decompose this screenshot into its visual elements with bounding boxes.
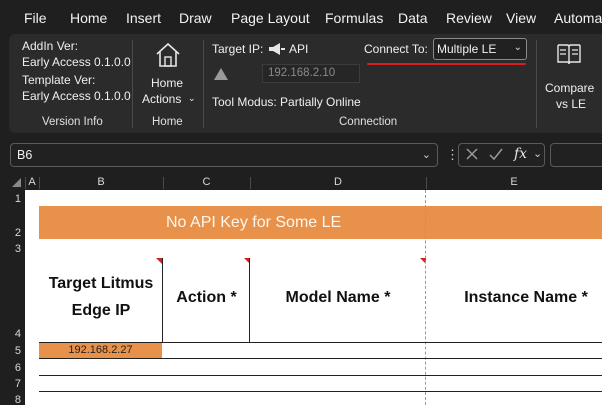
tab-automate[interactable]: Automat	[554, 10, 602, 26]
name-box-value: B6	[17, 148, 33, 162]
row-border	[39, 375, 602, 376]
chevron-down-icon: ⌄	[421, 149, 431, 161]
tab-draw[interactable]: Draw	[179, 10, 212, 26]
tab-file[interactable]: File	[24, 10, 47, 26]
addin-version-value: Early Access 0.1.0.0	[22, 55, 131, 69]
connect-to-label: Connect To:	[364, 42, 428, 56]
connection-group-title: Connection	[339, 116, 398, 128]
header-instance-label: Instance Name *	[464, 289, 588, 306]
header-model-name[interactable]: Model Name *	[250, 258, 426, 342]
target-ip-label: Target IP:	[212, 42, 264, 56]
row-header-3[interactable]: 3	[0, 243, 21, 255]
api-horn-icon	[267, 41, 287, 62]
page-break-line	[425, 190, 426, 405]
tab-page-layout[interactable]: Page Layout	[231, 10, 310, 26]
group-divider	[536, 40, 537, 128]
version-info-group-title: Version Info	[42, 116, 103, 128]
template-version-label: Template Ver:	[22, 73, 96, 87]
row-header-8[interactable]: 8	[0, 394, 21, 405]
header-action[interactable]: Action *	[163, 258, 250, 342]
insert-function-button[interactable]: fx	[514, 146, 527, 162]
row-header-7[interactable]: 7	[0, 378, 21, 390]
header-action-label: Action *	[176, 289, 237, 306]
tab-review[interactable]: Review	[446, 10, 492, 26]
row-header-4[interactable]: 4	[0, 328, 21, 340]
header-target-line2: Edge IP	[71, 302, 131, 319]
column-header-d[interactable]: D	[250, 175, 426, 190]
tab-insert[interactable]: Insert	[126, 10, 161, 26]
header-target-line1: Target Litmus	[48, 275, 154, 292]
row-header-1[interactable]: 1	[0, 193, 21, 205]
row-header-5[interactable]: 5	[0, 345, 21, 357]
column-header-c[interactable]: C	[163, 175, 250, 190]
tool-modus-status: Tool Modus: Partially Online	[212, 95, 361, 109]
column-header-a[interactable]: A	[25, 175, 39, 190]
row-border	[39, 358, 602, 359]
column-header-b[interactable]: B	[39, 175, 163, 190]
cell-border	[249, 258, 250, 342]
addin-version-label: AddIn Ver:	[22, 39, 79, 53]
cell-b5-target-ip[interactable]: 192.168.2.27	[39, 343, 162, 358]
cancel-icon[interactable]	[465, 146, 479, 167]
home-actions-button[interactable]: Home Actions ⌄	[142, 38, 196, 108]
red-underline-annotation	[367, 63, 526, 65]
menu-bar: File Home Insert Draw Page Layout Formul…	[0, 0, 602, 34]
chevron-down-icon[interactable]: ⌄	[533, 147, 542, 160]
home-actions-label-line1: Home	[151, 76, 184, 90]
header-model-label: Model Name *	[285, 289, 391, 306]
column-header-e[interactable]: E	[426, 175, 602, 190]
row-header-2[interactable]: 2	[0, 227, 21, 239]
formula-bar: B6 ⌄ ⋮ fx ⌄	[0, 133, 602, 175]
formula-input[interactable]	[550, 143, 602, 167]
excel-window: File Home Insert Draw Page Layout Formul…	[0, 0, 602, 405]
home-icon	[154, 41, 182, 74]
chevron-down-icon: ⌄	[513, 42, 522, 53]
name-box[interactable]: B6 ⌄	[10, 143, 438, 167]
target-ip-input[interactable]: 192.168.2.10	[262, 64, 360, 83]
row-headers: 1 2 3 4 5 6 7 8	[0, 190, 25, 405]
header-instance-name[interactable]: Instance Name *	[426, 258, 602, 342]
no-api-key-banner: No API Key for Some LE	[39, 206, 602, 239]
cell-border	[162, 258, 163, 342]
formula-controls: fx ⌄	[458, 143, 545, 167]
ribbon: AddIn Ver: Early Access 0.1.0.0 Template…	[9, 34, 602, 133]
tab-formulas[interactable]: Formulas	[325, 10, 383, 26]
home-group-title: Home	[152, 116, 183, 128]
home-actions-label-line2: Actions	[142, 92, 182, 106]
tab-view[interactable]: View	[506, 10, 536, 26]
compare-label-line1: Compare	[545, 81, 595, 95]
header-target-litmus-edge-ip[interactable]: Target Litmus Edge IP	[39, 258, 163, 342]
row-header-6[interactable]: 6	[0, 362, 21, 374]
chevron-down-icon: ⌄	[188, 93, 196, 103]
compare-vs-le-button[interactable]: Compare vs LE	[542, 38, 598, 111]
group-divider	[203, 40, 204, 128]
compare-book-icon	[556, 42, 582, 71]
enter-check-icon[interactable]	[488, 146, 504, 167]
tab-home[interactable]: Home	[70, 10, 107, 26]
connect-to-select[interactable]: Multiple LE ⌄	[433, 38, 527, 60]
template-version-value: Early Access 0.1.0.0	[22, 89, 131, 103]
warning-triangle-icon	[214, 67, 228, 85]
row-border	[39, 391, 602, 392]
column-headers: A B C D E	[0, 175, 602, 190]
compare-label-line2: vs LE	[556, 97, 587, 111]
tab-data[interactable]: Data	[398, 10, 428, 26]
worksheet-grid[interactable]: No API Key for Some LE Target Litmus Edg…	[25, 190, 602, 405]
group-divider	[132, 40, 133, 128]
connect-to-value: Multiple LE	[437, 42, 497, 56]
select-all-corner[interactable]	[12, 178, 21, 187]
api-label: API	[289, 42, 309, 56]
